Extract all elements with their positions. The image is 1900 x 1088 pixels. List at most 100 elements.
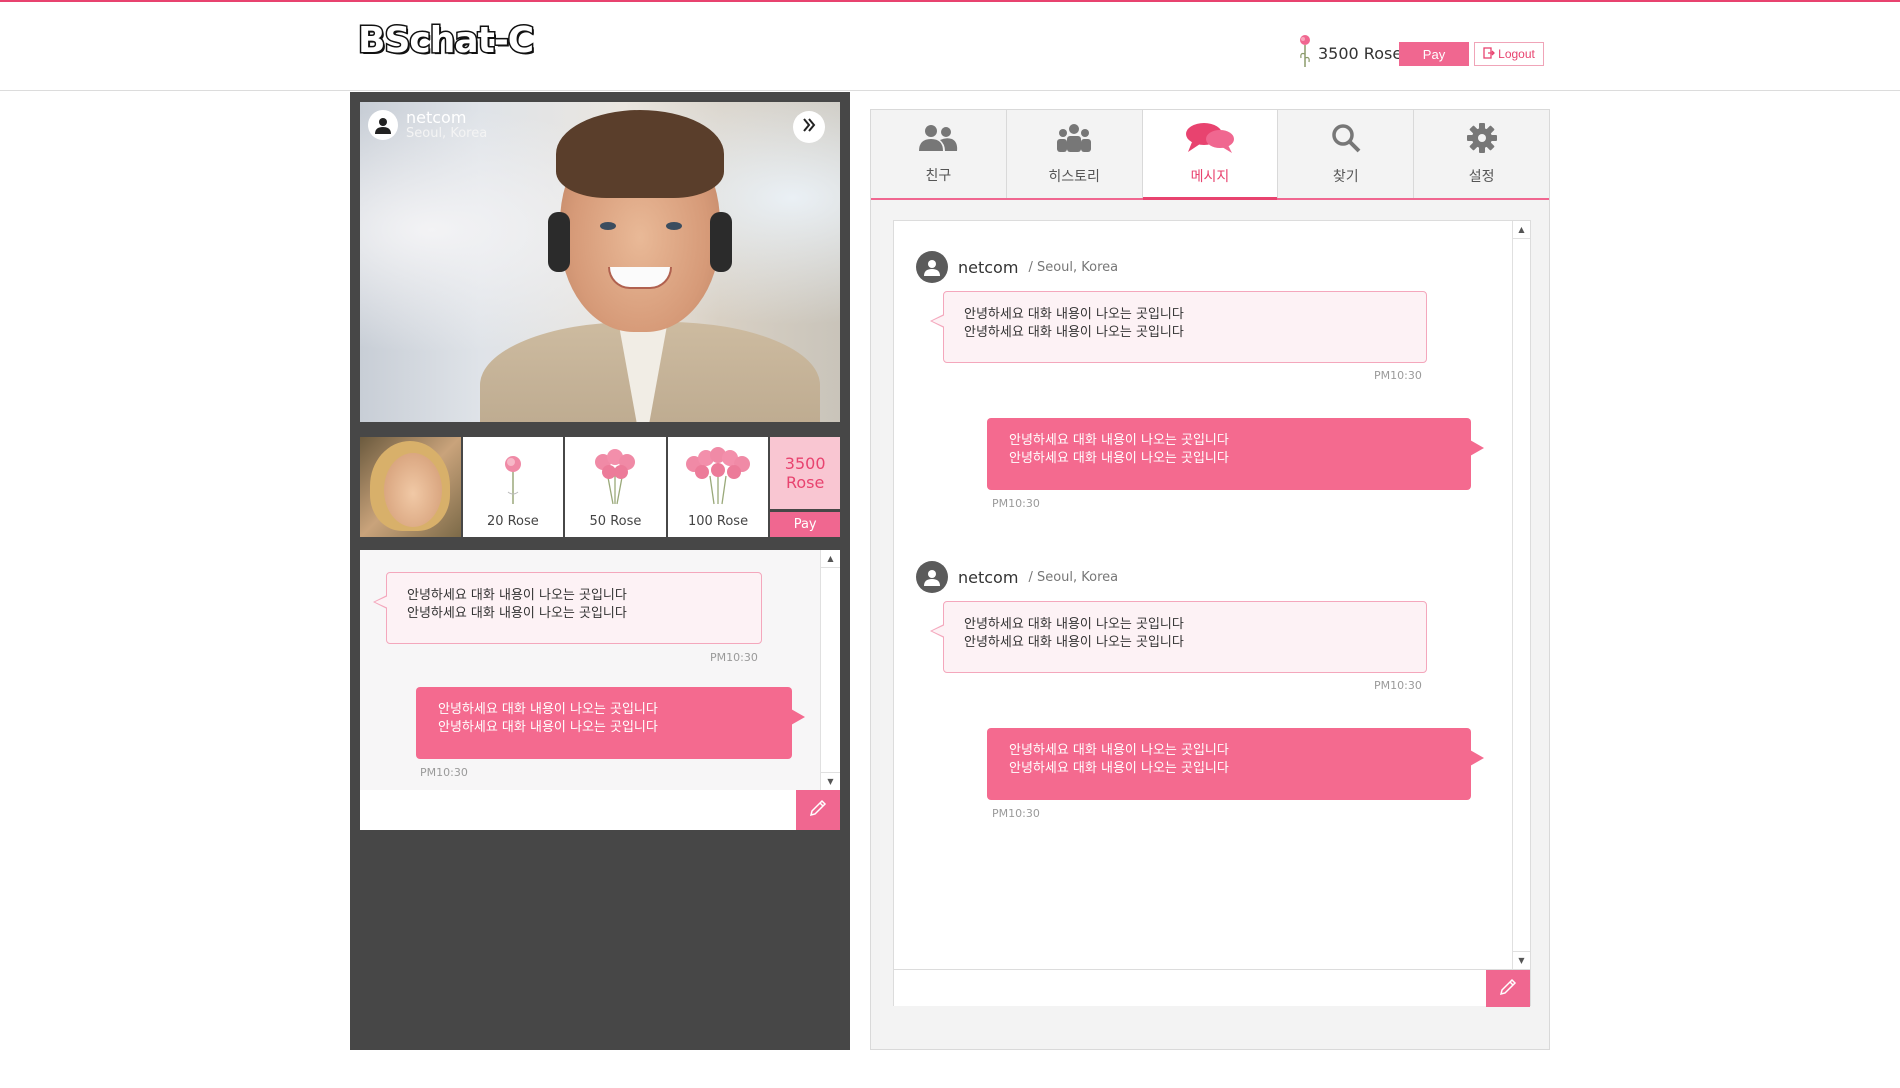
mini-chat-send-button[interactable] bbox=[796, 790, 840, 830]
logout-icon bbox=[1483, 46, 1496, 62]
message-line: 안녕하세요 대화 내용이 나오는 곳입니다 bbox=[964, 635, 1184, 650]
incoming-message: 안녕하세요 대화 내용이 나오는 곳입니다 안녕하세요 대화 내용이 나오는 곳… bbox=[930, 291, 1427, 363]
header: BSchat-C 3500 Rose Pay Logout bbox=[0, 2, 1900, 91]
gift-item-20-rose[interactable]: 20 Rose bbox=[462, 437, 564, 537]
tab-settings[interactable]: 설정 bbox=[1414, 110, 1549, 198]
avatar-icon bbox=[916, 251, 948, 283]
gift-label: 20 Rose bbox=[486, 514, 539, 529]
pencil-icon bbox=[1498, 977, 1518, 1001]
outgoing-message: 안녕하세요 대화 내용이 나오는 곳입니다 안녕하세요 대화 내용이 나오는 곳… bbox=[987, 728, 1484, 800]
gift-balance-number: 3500 bbox=[784, 454, 826, 473]
scroll-down-arrow[interactable]: ▼ bbox=[1513, 951, 1530, 969]
sender-header: netcom / Seoul, Korea bbox=[916, 251, 1118, 283]
pay-button[interactable]: Pay bbox=[1399, 42, 1469, 66]
message-thread: netcom / Seoul, Korea 안녕하세요 대화 내용이 나오는 곳… bbox=[893, 220, 1531, 1007]
user-icon bbox=[368, 110, 398, 140]
video-person-eye-right bbox=[666, 222, 682, 230]
message-line: 안녕하세요 대화 내용이 나오는 곳입니다 bbox=[1009, 761, 1229, 776]
sender-location: / Seoul, Korea bbox=[1028, 259, 1119, 275]
rose-bouquet-large-icon bbox=[680, 446, 756, 514]
message-time: PM10:30 bbox=[420, 766, 468, 779]
incoming-message: 안녕하세요 대화 내용이 나오는 곳입니다 안녕하세요 대화 내용이 나오는 곳… bbox=[930, 601, 1427, 673]
mini-chat-input-row bbox=[360, 790, 840, 830]
mini-chat-log: 안녕하세요 대화 내용이 나오는 곳입니다 안녕하세요 대화 내용이 나오는 곳… bbox=[360, 550, 840, 790]
tab-bar: 친구 히스토리 메시지 찾기 설정 bbox=[871, 110, 1549, 200]
outgoing-message: 안녕하세요 대화 내용이 나오는 곳입니다 안녕하세요 대화 내용이 나오는 곳… bbox=[987, 418, 1484, 490]
message-list: netcom / Seoul, Korea 안녕하세요 대화 내용이 나오는 곳… bbox=[894, 221, 1512, 969]
message-time: PM10:30 bbox=[1374, 679, 1422, 692]
gift-balance-unit: Rose bbox=[785, 473, 825, 492]
thumbnail-face bbox=[384, 453, 442, 527]
message-line: 안녕하세요 대화 내용이 나오는 곳입니다 bbox=[407, 588, 627, 603]
group-history-icon bbox=[1054, 122, 1094, 158]
rose-balance: 3500 Rose bbox=[1298, 34, 1403, 72]
outgoing-message: 안녕하세요 대화 내용이 나오는 곳입니다 안녕하세요 대화 내용이 나오는 곳… bbox=[416, 687, 805, 759]
video-person-hair bbox=[556, 110, 724, 198]
mini-chat-messages: 안녕하세요 대화 내용이 나오는 곳입니다 안녕하세요 대화 내용이 나오는 곳… bbox=[360, 550, 820, 790]
message-input[interactable] bbox=[894, 970, 1486, 1006]
video-person-eye-left bbox=[600, 222, 616, 230]
video-user-info: netcom Seoul, Korea bbox=[368, 110, 487, 141]
message-line: 안녕하세요 대화 내용이 나오는 곳입니다 bbox=[438, 702, 658, 717]
message-send-button[interactable] bbox=[1486, 970, 1530, 1007]
search-icon bbox=[1330, 122, 1362, 158]
headset-right bbox=[710, 212, 732, 272]
messenger-panel: 친구 히스토리 메시지 찾기 설정 netcom / Seoul, Korea … bbox=[870, 109, 1550, 1050]
message-line: 안녕하세요 대화 내용이 나오는 곳입니다 bbox=[438, 720, 658, 735]
tab-search[interactable]: 찾기 bbox=[1278, 110, 1415, 198]
sender-name: netcom bbox=[958, 567, 1019, 587]
gift-label: 100 Rose bbox=[687, 514, 749, 529]
tab-label: 설정 bbox=[1468, 169, 1495, 185]
video-user-name: netcom bbox=[406, 108, 467, 127]
message-time: PM10:30 bbox=[1374, 369, 1422, 382]
tab-friends[interactable]: 친구 bbox=[871, 110, 1007, 198]
message-line: 안녕하세요 대화 내용이 나오는 곳입니다 bbox=[964, 307, 1184, 322]
scroll-up-arrow[interactable]: ▲ bbox=[1513, 221, 1530, 239]
video-user-location: Seoul, Korea bbox=[406, 126, 488, 141]
tab-history[interactable]: 히스토리 bbox=[1007, 110, 1143, 198]
scroll-down-arrow[interactable]: ▼ bbox=[821, 772, 840, 790]
tab-label: 히스토리 bbox=[1048, 169, 1100, 185]
gift-item-50-rose[interactable]: 50 Rose bbox=[565, 437, 666, 537]
logout-button[interactable]: Logout bbox=[1474, 42, 1544, 66]
message-line: 안녕하세요 대화 내용이 나오는 곳입니다 bbox=[1009, 433, 1229, 448]
sender-name: netcom bbox=[958, 257, 1019, 277]
incoming-message: 안녕하세요 대화 내용이 나오는 곳입니다 안녕하세요 대화 내용이 나오는 곳… bbox=[373, 572, 762, 644]
gift-item-100-rose[interactable]: 100 Rose bbox=[667, 437, 769, 537]
sender-location: / Seoul, Korea bbox=[1028, 569, 1119, 585]
gift-pay-button[interactable]: Pay bbox=[770, 512, 841, 537]
pencil-icon bbox=[808, 798, 828, 822]
mini-chat-scrollbar[interactable]: ▲ ▼ bbox=[820, 550, 840, 790]
double-chevron-right-icon bbox=[800, 116, 818, 138]
message-scrollbar[interactable]: ▲ ▼ bbox=[1512, 221, 1530, 969]
tab-label: 친구 bbox=[925, 168, 952, 184]
rose-icon bbox=[1298, 34, 1312, 72]
rose-balance-text: 3500 Rose bbox=[1318, 43, 1403, 63]
message-time: PM10:30 bbox=[710, 651, 758, 664]
sender-header: netcom / Seoul, Korea bbox=[916, 561, 1118, 593]
gift-balance-amount: 3500 Rose bbox=[770, 437, 841, 509]
message-line: 안녕하세요 대화 내용이 나오는 곳입니다 bbox=[407, 606, 627, 621]
avatar-icon bbox=[916, 561, 948, 593]
logo[interactable]: BSchat-C bbox=[356, 19, 535, 63]
partner-thumbnail[interactable] bbox=[360, 437, 461, 537]
message-time: PM10:30 bbox=[992, 497, 1040, 510]
video-chat-panel: netcom Seoul, Korea 20 Rose 50 Rose 100 … bbox=[350, 92, 850, 1050]
message-line: 안녕하세요 대화 내용이 나오는 곳입니다 bbox=[1009, 743, 1229, 758]
headset-left bbox=[548, 212, 570, 272]
chat-bubbles-icon bbox=[1184, 122, 1236, 158]
message-line: 안녕하세요 대화 내용이 나오는 곳입니다 bbox=[1009, 451, 1229, 466]
tab-label: 메시지 bbox=[1190, 169, 1230, 185]
message-time: PM10:30 bbox=[992, 807, 1040, 820]
tab-label: 찾기 bbox=[1332, 169, 1359, 185]
mini-chat-input[interactable] bbox=[360, 790, 796, 830]
gift-label: 50 Rose bbox=[589, 514, 642, 529]
message-line: 안녕하세요 대화 내용이 나오는 곳입니다 bbox=[964, 617, 1184, 632]
logout-label: Logout bbox=[1498, 47, 1535, 61]
video-stream[interactable]: netcom Seoul, Korea bbox=[360, 102, 840, 422]
message-input-row bbox=[894, 969, 1530, 1007]
friends-icon bbox=[918, 123, 958, 157]
tab-messages[interactable]: 메시지 bbox=[1142, 110, 1279, 200]
scroll-up-arrow[interactable]: ▲ bbox=[821, 550, 840, 568]
expand-button[interactable] bbox=[793, 111, 825, 143]
